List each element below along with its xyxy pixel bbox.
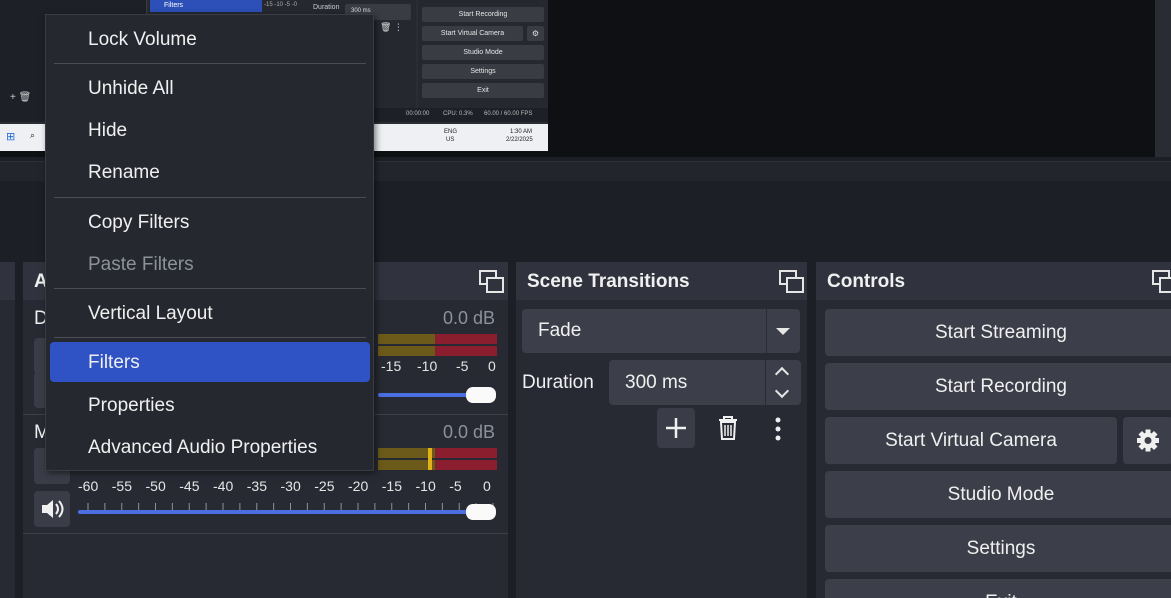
- transition-properties-button[interactable]: [759, 408, 797, 448]
- menu-item-unhide-all[interactable]: Unhide All: [50, 68, 370, 108]
- start-virtual-camera-button[interactable]: Start Virtual Camera: [825, 417, 1117, 464]
- nested-filters-item: Filters: [150, 0, 262, 12]
- nested-trash-icon: 🗑 ⋮: [380, 22, 403, 32]
- volume-meter-peak: [435, 334, 497, 344]
- nested-studio-mode: Studio Mode: [422, 45, 544, 60]
- transition-select-value: Fade: [538, 320, 582, 341]
- menu-item-hide[interactable]: Hide: [50, 110, 370, 150]
- scale-label: -5: [456, 358, 469, 374]
- volume-meter-bar: [378, 460, 435, 470]
- menu-item-copy-filters[interactable]: Copy Filters: [50, 202, 370, 242]
- scene-transitions-title: Scene Transitions: [516, 262, 807, 300]
- volume-slider-knob[interactable]: [466, 504, 496, 520]
- nested-windows-icon: ⊞: [6, 131, 16, 143]
- scale-label: -30: [280, 478, 301, 494]
- scale-label: -45: [179, 478, 200, 494]
- volume-meter-peak-indicator: [428, 448, 432, 470]
- volume-meter-peak: [435, 448, 497, 458]
- preview-vertical-scrollbar[interactable]: [1155, 0, 1171, 157]
- gear-icon: [1137, 429, 1159, 452]
- channel-db-value: 0.0 dB: [442, 308, 495, 328]
- scale-label: -15: [381, 478, 402, 494]
- context-menu: Lock Volume Unhide All Hide Rename Copy …: [45, 14, 374, 471]
- scale-label: -15: [381, 358, 402, 374]
- plus-icon: [666, 418, 686, 438]
- menu-item-vertical-layout[interactable]: Vertical Layout: [50, 293, 370, 333]
- scale-label: -25: [314, 478, 335, 494]
- exit-button[interactable]: Exit: [825, 579, 1171, 598]
- menu-separator: [54, 197, 366, 198]
- scale-label: -55: [111, 478, 132, 494]
- chevron-down-icon[interactable]: [774, 383, 790, 399]
- scale-label: -40: [213, 478, 234, 494]
- nested-exit: Exit: [422, 83, 544, 98]
- trash-icon: [719, 416, 737, 440]
- controls-title: Controls: [816, 262, 1171, 300]
- volume-meter-bar: [378, 448, 435, 458]
- volume-slider-knob[interactable]: [466, 387, 496, 403]
- more-vertical-icon: [775, 417, 781, 441]
- nested-add-icon: + 🗑: [10, 92, 32, 103]
- controls-dock: Controls Start Streaming Start Recording…: [816, 262, 1171, 598]
- scale-label: -35: [246, 478, 267, 494]
- scale-label: -50: [145, 478, 166, 494]
- menu-separator: [54, 337, 366, 338]
- volume-meter-peak: [435, 460, 497, 470]
- menu-item-properties[interactable]: Properties: [50, 385, 370, 425]
- nested-start-virtual-camera: Start Virtual Camera: [422, 26, 523, 41]
- transition-select[interactable]: Fade: [522, 309, 800, 353]
- menu-item-lock-volume[interactable]: Lock Volume: [50, 19, 370, 59]
- duration-value: 300 ms: [625, 372, 688, 393]
- volume-meter-bar: [378, 346, 435, 356]
- scale-label: -10: [415, 478, 436, 494]
- menu-separator: [54, 288, 366, 289]
- nested-settings: Settings: [422, 64, 544, 79]
- start-recording-button[interactable]: Start Recording: [825, 363, 1171, 410]
- scale-label: -10: [417, 358, 438, 374]
- nested-controls-panel: Start Recording Start Virtual Camera ⚙ S…: [418, 0, 548, 108]
- nested-search-icon: ⌕: [30, 130, 36, 140]
- scene-transitions-dock: Scene Transitions Fade Duration 300 ms: [516, 262, 807, 598]
- channel-db-value: 0.0 dB: [442, 422, 495, 442]
- menu-item-paste-filters: Paste Filters: [88, 254, 194, 275]
- nested-meter-ticks: -15 -10 -5 -0: [264, 2, 298, 8]
- studio-mode-button[interactable]: Studio Mode: [825, 471, 1171, 518]
- volume-meter-peak: [435, 346, 497, 356]
- scale-label: -5: [449, 478, 462, 494]
- nested-start-recording: Start Recording: [422, 7, 544, 22]
- channel-divider: [23, 533, 508, 534]
- settings-button[interactable]: Settings: [825, 525, 1171, 572]
- remove-transition-button[interactable]: [709, 408, 747, 448]
- scale-label: 0: [483, 478, 491, 494]
- scenes-dock-edge: [0, 262, 15, 598]
- menu-item-filters[interactable]: Filters: [50, 342, 370, 382]
- undock-icon[interactable]: [478, 269, 504, 293]
- menu-item-advanced-audio-properties[interactable]: Advanced Audio Properties: [50, 427, 370, 467]
- virtual-camera-settings-button[interactable]: [1123, 417, 1171, 464]
- chevron-up-icon[interactable]: [774, 366, 790, 382]
- scale-label: -20: [348, 478, 369, 494]
- undock-icon[interactable]: [1151, 269, 1171, 293]
- nested-gear-icon: ⚙: [527, 26, 544, 41]
- scale-label: 0: [488, 358, 496, 374]
- duration-spinbox[interactable]: 300 ms: [609, 360, 801, 405]
- undock-icon[interactable]: [778, 269, 804, 293]
- menu-item-rename[interactable]: Rename: [50, 152, 370, 192]
- volume-meter-bar: [378, 334, 435, 344]
- start-streaming-button[interactable]: Start Streaming: [825, 309, 1171, 356]
- chevron-down-icon: [776, 328, 790, 335]
- scenes-dock-title-edge: [0, 262, 15, 300]
- meter-scale-labels: -60 -55 -50 -45 -40 -35 -30 -25 -20 -15 -10 -5 0: [23, 470, 508, 510]
- scale-label: -60: [78, 478, 99, 494]
- menu-separator: [54, 63, 366, 64]
- add-transition-button[interactable]: [657, 408, 695, 448]
- volume-slider-track[interactable]: [78, 510, 483, 514]
- duration-label: Duration: [522, 372, 594, 393]
